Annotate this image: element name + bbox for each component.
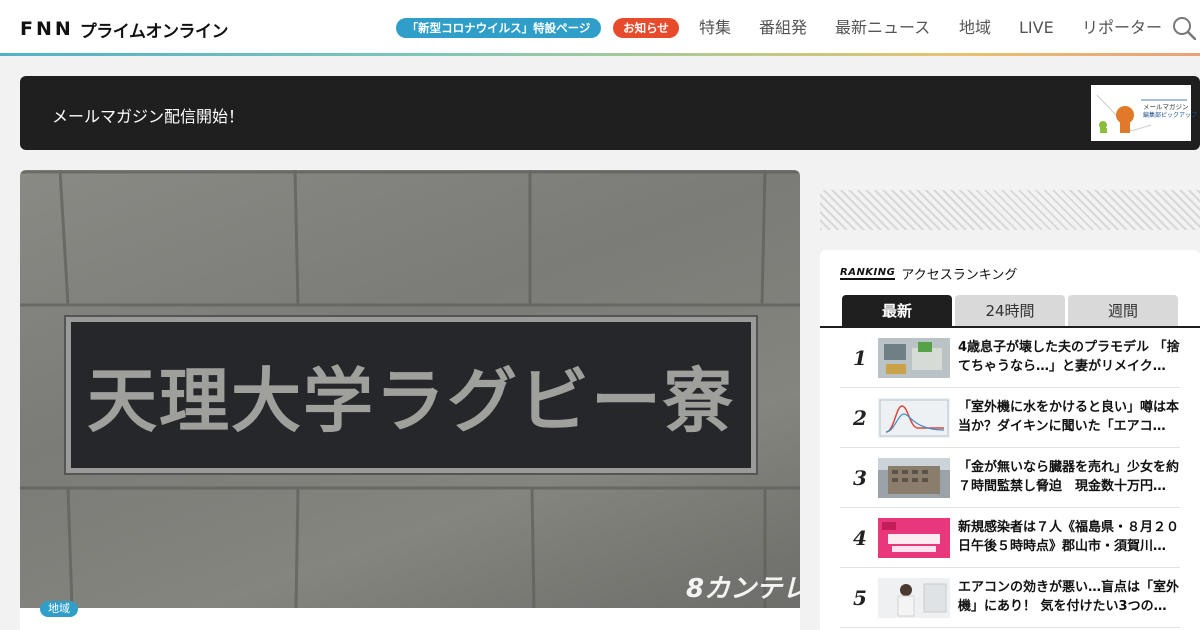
thumb-caption-2: 編集部ピックアップ: [1143, 112, 1198, 119]
tab-24-hours[interactable]: 24時間: [955, 295, 1065, 326]
ranking-thumbnail: [878, 578, 950, 618]
ranking-thumbnail: [878, 458, 950, 498]
dormitory-plaque: 天理大学ラグビー寮: [66, 317, 756, 473]
newsletter-banner[interactable]: メールマガジン配信開始！ メールマガジン 編集部ピックアップ: [20, 76, 1200, 150]
covid-special-page-link[interactable]: 「新型コロナウイルス」特設ページ: [396, 18, 601, 38]
ranking-item[interactable]: 4 新規感染者は７人《福島県・８月２０日午後５時時点》郡山市・須賀川…: [840, 508, 1180, 568]
ranking-headline: 「室外機に水をかけると良い」噂は本当か？ダイキンに聞いた「エアコ…: [958, 400, 1180, 434]
thumb-caption-1: メールマガジン: [1143, 103, 1189, 111]
tab-weekly[interactable]: 週間: [1068, 295, 1178, 326]
ranking-item[interactable]: 3 「金が無いなら臓器を売れ」少女を約７時間監禁し脅迫 現金数十万円…: [840, 448, 1180, 508]
ranking-item[interactable]: 5 エアコンの効きが悪い…盲点は「室外機」にあり！ 気を付けたい3つの…: [840, 568, 1180, 628]
rank-number: 5: [853, 586, 867, 610]
ranking-headline: エアコンの効きが悪い…盲点は「室外機」にあり！ 気を付けたい3つの…: [958, 580, 1180, 614]
ranking-item[interactable]: 2 「室外機に水をかけると良い」噂は本当か？ダイキンに聞いた「エアコ…: [840, 388, 1180, 448]
search-icon[interactable]: [1172, 16, 1196, 40]
plaque-text: 天理大学ラグビー寮: [87, 358, 735, 442]
ranking-headline: 「金が無いなら臓器を売れ」少女を約７時間監禁し脅迫 現金数十万円…: [958, 460, 1180, 494]
nav-item-features[interactable]: 特集: [699, 18, 731, 38]
site-header: FNN プライムオンライン 「新型コロナウイルス」特設ページ お知らせ 特集 番…: [0, 0, 1200, 56]
nav-item-live[interactable]: LIVE: [1019, 18, 1054, 38]
banner-text: メールマガジン配信開始！: [52, 107, 245, 126]
ranking-thumbnail: [878, 398, 950, 438]
broadcaster-watermark: 8カンテレ: [686, 574, 800, 604]
nav-item-latest-news[interactable]: 最新ニュース: [835, 18, 930, 38]
tab-latest[interactable]: 最新: [842, 295, 952, 326]
header-accent-stripe: [0, 53, 1200, 56]
access-ranking-panel: RANKING アクセスランキング 最新 24時間 週間 1 4歳息子が壊した夫…: [820, 250, 1200, 630]
ranking-thumbnail: [878, 518, 950, 558]
logo-text: プライムオンライン: [79, 21, 229, 42]
ranking-headline: 新規感染者は７人《福島県・８月２０日午後５時時点》郡山市・須賀川…: [958, 520, 1180, 554]
ad-placeholder: [820, 190, 1200, 230]
rank-number: 2: [853, 406, 867, 430]
ranking-header: RANKING アクセスランキング: [840, 264, 1017, 283]
ranking-headline: 4歳息子が壊した夫のプラモデル 「捨てちゃうなら…」と妻がリメイク…: [958, 340, 1180, 374]
site-logo[interactable]: FNN プライムオンライン: [20, 18, 229, 42]
banner-thumbnail: メールマガジン 編集部ピックアップ: [1091, 85, 1197, 141]
ranking-item[interactable]: 1 4歳息子が壊した夫のプラモデル 「捨てちゃうなら…」と妻がリメイク…: [840, 328, 1180, 388]
top-article-card[interactable]: 天理大学ラグビー寮 8カンテレ 地域: [20, 170, 800, 630]
article-photo: 天理大学ラグビー寮 8カンテレ: [20, 170, 800, 608]
rank-number: 1: [853, 346, 867, 370]
ranking-logo: RANKING: [840, 267, 896, 280]
ranking-title: アクセスランキング: [901, 268, 1018, 283]
ranking-thumbnail: [878, 338, 950, 378]
rank-number: 3: [853, 466, 867, 490]
rank-number: 4: [853, 526, 867, 550]
nav-item-reporter[interactable]: リポーター: [1082, 18, 1162, 38]
logo-brand: FNN: [20, 18, 74, 40]
nav-item-programs[interactable]: 番組発: [759, 18, 807, 38]
category-badge[interactable]: 地域: [40, 601, 78, 617]
notice-link[interactable]: お知らせ: [613, 18, 679, 38]
nav-item-region[interactable]: 地域: [959, 18, 991, 38]
